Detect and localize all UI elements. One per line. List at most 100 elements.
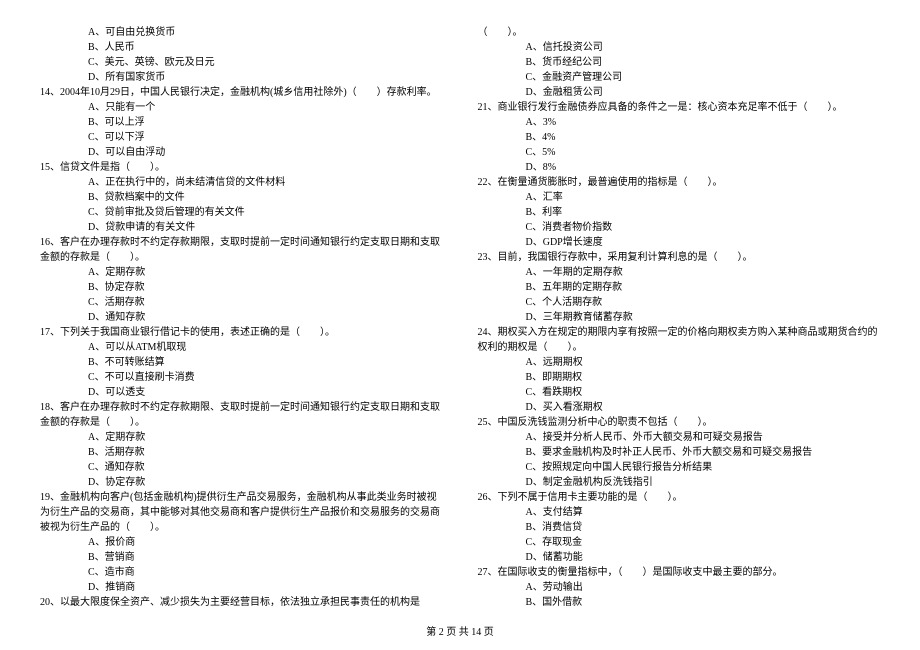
q18-options: A、定期存款 B、活期存款 C、通知存款 D、协定存款: [40, 430, 443, 490]
q20-options: A、信托投资公司 B、货币经纪公司 C、金融资产管理公司 D、金融租赁公司: [478, 40, 881, 100]
question-stem: 24、期权买入方在规定的期限内享有按照一定的价格向期权卖方购入某种商品或期货合约…: [478, 325, 881, 355]
q17-options: A、可以从ATM机取现 B、不可转账结算 C、不可以直接刷卡消费 D、可以透支: [40, 340, 443, 400]
option: C、贷前审批及贷后管理的有关文件: [88, 205, 443, 220]
question-stem: 15、信贷文件是指（ ）。: [40, 160, 443, 175]
q19-options: A、报价商 B、营销商 C、造市商 D、推销商: [40, 535, 443, 595]
option: A、劳动输出: [526, 580, 881, 595]
option: C、按照规定向中国人民银行报告分析结果: [526, 460, 881, 475]
option: A、只能有一个: [88, 100, 443, 115]
q16: 16、客户在办理存款时不约定存款期限，支取时提前一定时间通知银行约定支取日期和支…: [40, 235, 443, 325]
option: A、支付结算: [526, 505, 881, 520]
q26: 26、下列不属于信用卡主要功能的是（ ）。 A、支付结算 B、消费信贷 C、存取…: [478, 490, 881, 565]
option: D、通知存款: [88, 310, 443, 325]
option: C、看跌期权: [526, 385, 881, 400]
option: C、造市商: [88, 565, 443, 580]
question-stem: 25、中国反洗钱监测分析中心的职责不包括（ ）。: [478, 415, 881, 430]
question-stem: 22、在衡量通货膨胀时，最普遍使用的指标是（ ）。: [478, 175, 881, 190]
option: D、可以自由浮动: [88, 145, 443, 160]
option: B、消费信贷: [526, 520, 881, 535]
option: D、8%: [526, 160, 881, 175]
option: D、贷款申请的有关文件: [88, 220, 443, 235]
question-stem: 26、下列不属于信用卡主要功能的是（ ）。: [478, 490, 881, 505]
option: C、可以下浮: [88, 130, 443, 145]
q22: 22、在衡量通货膨胀时，最普遍使用的指标是（ ）。 A、汇率 B、利率 C、消费…: [478, 175, 881, 250]
q23-options: A、一年期的定期存款 B、五年期的定期存款 C、个人活期存款 D、三年期教育储蓄…: [478, 265, 881, 325]
option: A、定期存款: [88, 430, 443, 445]
q22-options: A、汇率 B、利率 C、消费者物价指数 D、GDP增长速度: [478, 190, 881, 250]
option: A、接受并分析人民币、外币大额交易和可疑交易报告: [526, 430, 881, 445]
option: B、国外借款: [526, 595, 881, 610]
q16-options: A、定期存款 B、协定存款 C、活期存款 D、通知存款: [40, 265, 443, 325]
q27: 27、在国际收支的衡量指标中，（ ）是国际收支中最主要的部分。 A、劳动输出 B…: [478, 565, 881, 610]
option: B、活期存款: [88, 445, 443, 460]
option: D、买入看涨期权: [526, 400, 881, 415]
question-stem: 18、客户在办理存款时不约定存款期限、支取时提前一定时间通知银行约定支取日期和支…: [40, 400, 443, 430]
left-column: A、可自由兑换货币 B、人民币 C、美元、英镑、欧元及日元 D、所有国家货币 1…: [40, 25, 443, 610]
option: D、所有国家货币: [88, 70, 443, 85]
q23: 23、目前，我国银行存款中，采用复利计算利息的是（ ）。 A、一年期的定期存款 …: [478, 250, 881, 325]
option: C、个人活期存款: [526, 295, 881, 310]
option: B、五年期的定期存款: [526, 280, 881, 295]
question-stem: 20、以最大限度保全资产、减少损失为主要经营目标，依法独立承担民事责任的机构是: [40, 595, 443, 610]
q13-options: A、可自由兑换货币 B、人民币 C、美元、英镑、欧元及日元 D、所有国家货币: [40, 25, 443, 85]
q17: 17、下列关于我国商业银行借记卡的使用，表述正确的是（ ）。 A、可以从ATM机…: [40, 325, 443, 400]
q25: 25、中国反洗钱监测分析中心的职责不包括（ ）。 A、接受并分析人民币、外币大额…: [478, 415, 881, 490]
option: C、通知存款: [88, 460, 443, 475]
option: B、货币经纪公司: [526, 55, 881, 70]
option: B、可以上浮: [88, 115, 443, 130]
question-stem: 16、客户在办理存款时不约定存款期限，支取时提前一定时间通知银行约定支取日期和支…: [40, 235, 443, 265]
option: B、贷款档案中的文件: [88, 190, 443, 205]
option: A、正在执行中的，尚未结清信贷的文件材料: [88, 175, 443, 190]
question-stem: 23、目前，我国银行存款中，采用复利计算利息的是（ ）。: [478, 250, 881, 265]
q26-options: A、支付结算 B、消费信贷 C、存取现金 D、储蓄功能: [478, 505, 881, 565]
question-stem: 21、商业银行发行金融债券应具备的条件之一是：核心资本充足率不低于（ ）。: [478, 100, 881, 115]
question-stem: 17、下列关于我国商业银行借记卡的使用，表述正确的是（ ）。: [40, 325, 443, 340]
question-stem: 14、2004年10月29日，中国人民银行决定，金融机构(城乡信用社除外)（ ）…: [40, 85, 443, 100]
option: C、存取现金: [526, 535, 881, 550]
question-stem: 27、在国际收支的衡量指标中，（ ）是国际收支中最主要的部分。: [478, 565, 881, 580]
q14-options: A、只能有一个 B、可以上浮 C、可以下浮 D、可以自由浮动: [40, 100, 443, 160]
option: B、人民币: [88, 40, 443, 55]
q20: 20、以最大限度保全资产、减少损失为主要经营目标，依法独立承担民事责任的机构是: [40, 595, 443, 610]
q20-cont: （ ）。 A、信托投资公司 B、货币经纪公司 C、金融资产管理公司 D、金融租赁…: [478, 25, 881, 100]
option: A、可自由兑换货币: [88, 25, 443, 40]
option: C、美元、英镑、欧元及日元: [88, 55, 443, 70]
option: A、信托投资公司: [526, 40, 881, 55]
option: C、不可以直接刷卡消费: [88, 370, 443, 385]
q14: 14、2004年10月29日，中国人民银行决定，金融机构(城乡信用社除外)（ ）…: [40, 85, 443, 160]
question-stem-cont: （ ）。: [478, 25, 881, 40]
option: B、利率: [526, 205, 881, 220]
q21: 21、商业银行发行金融债券应具备的条件之一是：核心资本充足率不低于（ ）。 A、…: [478, 100, 881, 175]
option: D、制定金融机构反洗钱指引: [526, 475, 881, 490]
option: B、即期期权: [526, 370, 881, 385]
page-footer: 第 2 页 共 14 页: [40, 625, 880, 640]
q19: 19、金融机构向客户(包括金融机构)提供衍生产品交易服务，金融机构从事此类业务时…: [40, 490, 443, 595]
option: D、GDP增长速度: [526, 235, 881, 250]
option: C、5%: [526, 145, 881, 160]
q15: 15、信贷文件是指（ ）。 A、正在执行中的，尚未结清信贷的文件材料 B、贷款档…: [40, 160, 443, 235]
option: A、3%: [526, 115, 881, 130]
q18: 18、客户在办理存款时不约定存款期限、支取时提前一定时间通知银行约定支取日期和支…: [40, 400, 443, 490]
right-column: （ ）。 A、信托投资公司 B、货币经纪公司 C、金融资产管理公司 D、金融租赁…: [478, 25, 881, 610]
option: A、报价商: [88, 535, 443, 550]
option: B、不可转账结算: [88, 355, 443, 370]
option: D、协定存款: [88, 475, 443, 490]
option: A、远期期权: [526, 355, 881, 370]
option: D、储蓄功能: [526, 550, 881, 565]
q25-options: A、接受并分析人民币、外币大额交易和可疑交易报告 B、要求金融机构及时补正人民币…: [478, 430, 881, 490]
q24-options: A、远期期权 B、即期期权 C、看跌期权 D、买入看涨期权: [478, 355, 881, 415]
option: C、消费者物价指数: [526, 220, 881, 235]
q24: 24、期权买入方在规定的期限内享有按照一定的价格向期权卖方购入某种商品或期货合约…: [478, 325, 881, 415]
option: B、协定存款: [88, 280, 443, 295]
two-column-layout: A、可自由兑换货币 B、人民币 C、美元、英镑、欧元及日元 D、所有国家货币 1…: [40, 25, 880, 610]
q21-options: A、3% B、4% C、5% D、8%: [478, 115, 881, 175]
option: A、可以从ATM机取现: [88, 340, 443, 355]
option: D、三年期教育储蓄存款: [526, 310, 881, 325]
option: B、营销商: [88, 550, 443, 565]
option: A、一年期的定期存款: [526, 265, 881, 280]
option: B、4%: [526, 130, 881, 145]
option: A、汇率: [526, 190, 881, 205]
option: D、可以透支: [88, 385, 443, 400]
q27-options: A、劳动输出 B、国外借款: [478, 580, 881, 610]
option: A、定期存款: [88, 265, 443, 280]
